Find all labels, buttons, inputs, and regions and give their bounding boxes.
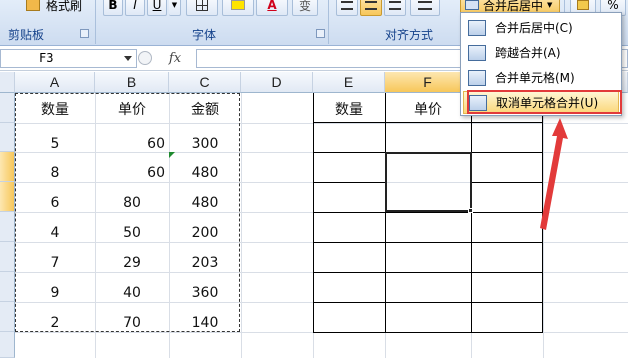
underline-dropdown-button[interactable]: ▼ [169, 0, 181, 16]
group-separator [95, 0, 96, 44]
row-header[interactable] [0, 302, 15, 332]
percent-label: % [607, 0, 619, 12]
phonetic-button[interactable]: 变 [292, 0, 318, 16]
align-right-icon [389, 0, 401, 10]
font-launcher-icon[interactable] [316, 29, 325, 38]
merge-cells-icon [468, 69, 486, 86]
accounting-icon [577, 0, 589, 10]
column-header-b[interactable]: B [95, 72, 169, 93]
font-color-button[interactable]: A [256, 0, 288, 16]
merge-center-icon [468, 19, 486, 36]
menu-item-merge-cells[interactable]: 合并单元格(M) [463, 66, 619, 89]
gridline [543, 93, 544, 358]
annotation-arrow-shape [540, 118, 568, 230]
align-left-icon [341, 0, 353, 10]
merge-center-icon [465, 0, 479, 10]
format-painter-label: 格式刷 [46, 0, 83, 13]
column-header-a[interactable]: A [15, 72, 95, 93]
clipboard-launcher-icon[interactable] [80, 29, 89, 38]
font-group-label: 字体 [192, 28, 217, 42]
annotation-highlight-box [467, 90, 622, 114]
menu-item-label: 跨越合并(A) [495, 46, 561, 60]
header-cell-price[interactable]: 单价 [385, 96, 471, 125]
row-header[interactable] [0, 332, 15, 358]
indent-icon [418, 0, 432, 10]
column-header-f[interactable]: F [385, 72, 471, 93]
align-left-button[interactable] [336, 0, 358, 16]
row-header[interactable] [0, 123, 15, 152]
phonetic-label: 变 [298, 0, 311, 13]
chevron-down-icon: ▼ [171, 1, 178, 9]
table-border [385, 93, 386, 333]
name-box[interactable]: F3 [0, 49, 137, 68]
align-right-button[interactable] [384, 0, 406, 16]
row-header[interactable] [0, 93, 15, 123]
menu-item-label: 合并后居中(C) [495, 21, 573, 35]
chevron-down-icon: ▼ [547, 1, 553, 9]
table-border [313, 93, 314, 333]
row-header-selected[interactable] [0, 182, 15, 212]
formula-bar-splitter[interactable] [138, 51, 152, 65]
format-painter-button[interactable]: 格式刷 [0, 0, 88, 16]
indent-button[interactable] [410, 0, 440, 16]
table-border [313, 302, 543, 303]
clipboard-group-label: 剪贴板 [8, 28, 45, 42]
table-border [313, 332, 543, 333]
row-header[interactable] [0, 272, 15, 302]
menu-item-merge-across[interactable]: 跨越合并(A) [463, 41, 619, 64]
insert-function-button[interactable]: fx [155, 49, 195, 68]
table-border [471, 182, 543, 183]
merge-across-icon [468, 44, 486, 61]
column-header-c[interactable]: C [169, 72, 241, 93]
row-header-selected[interactable] [0, 152, 15, 182]
underline-button[interactable]: U [147, 0, 167, 16]
table-border [313, 182, 385, 183]
group-separator [328, 0, 329, 44]
selected-merged-cell[interactable] [385, 152, 472, 212]
row-header[interactable] [0, 242, 15, 272]
borders-button[interactable] [186, 0, 218, 16]
italic-button[interactable]: I [125, 0, 145, 16]
column-header-d[interactable]: D [241, 72, 313, 93]
table-border [313, 272, 543, 273]
alignment-group-label: 对齐方式 [385, 28, 434, 42]
borders-icon [196, 0, 208, 11]
select-all-corner[interactable] [0, 72, 15, 93]
font-color-label: A [267, 0, 277, 12]
align-center-button[interactable] [360, 0, 382, 16]
menu-item-label: 合并单元格(M) [495, 71, 575, 85]
align-center-icon [365, 0, 377, 10]
bold-button[interactable]: B [103, 0, 123, 16]
header-cell-quantity[interactable]: 数量 [313, 96, 385, 125]
gridline [241, 93, 242, 358]
menu-item-merge-center[interactable]: 合并后居中(C) [463, 16, 619, 39]
excel-window: 格式刷 剪贴板 B I U ▼ A 变 字体 合并后居中 ▼ 对齐方式 % F3… [0, 0, 628, 358]
format-painter-icon [26, 0, 40, 11]
fill-color-icon [231, 0, 245, 10]
fill-handle[interactable] [468, 208, 473, 213]
chevron-down-icon[interactable] [124, 56, 132, 61]
copy-marquee [15, 93, 240, 332]
fill-color-button[interactable] [222, 0, 254, 16]
table-border [471, 93, 472, 333]
table-border [542, 93, 543, 333]
column-header-e[interactable]: E [313, 72, 385, 93]
table-border [313, 242, 543, 243]
row-header[interactable] [0, 212, 15, 242]
table-border [313, 212, 543, 213]
